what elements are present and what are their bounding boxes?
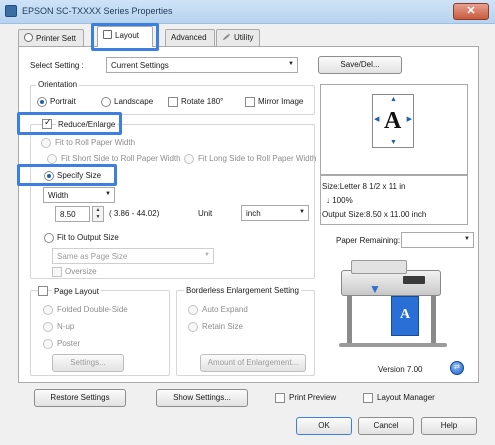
size-info: Size:Letter 8 1/2 x 11 in xyxy=(322,182,406,191)
layout-tab-highlight xyxy=(91,23,159,51)
landscape-label: Landscape xyxy=(114,97,154,106)
fit-output-size-radio[interactable] xyxy=(44,233,54,243)
fit-long-side-radio[interactable] xyxy=(184,154,194,164)
output-size-info: Output Size:8.50 x 11.00 inch xyxy=(322,210,427,219)
portrait-radio[interactable] xyxy=(37,97,47,107)
oversize-label: Oversize xyxy=(65,267,97,276)
printed-paper: A xyxy=(391,296,419,336)
tab-printer-settings[interactable]: Printer Sett xyxy=(18,29,84,46)
mirror-image-checkbox[interactable] xyxy=(245,97,255,107)
select-setting-dropdown[interactable]: Current Settings xyxy=(106,57,298,73)
help-button[interactable]: Help xyxy=(421,417,477,435)
folded-double-side-radio[interactable] xyxy=(43,305,53,315)
layout-manager-checkbox[interactable] xyxy=(363,393,373,403)
auto-expand-radio[interactable] xyxy=(188,305,198,315)
tab-label: Utility xyxy=(234,33,254,42)
nup-label: N-up xyxy=(57,322,75,331)
cancel-button[interactable]: Cancel xyxy=(358,417,414,435)
retain-size-label: Retain Size xyxy=(202,322,243,331)
arrow-down-icon: ▼ xyxy=(390,139,397,146)
output-size-dropdown[interactable]: Same as Page Size xyxy=(52,248,214,264)
landscape-radio[interactable] xyxy=(101,97,111,107)
printer-leg-left xyxy=(347,296,352,344)
unit-dropdown[interactable]: inch xyxy=(241,205,309,221)
portrait-label: Portrait xyxy=(50,97,76,106)
select-setting-label: Select Setting : xyxy=(30,61,84,70)
fit-long-side-label: Fit Long Side to Roll Paper Width xyxy=(198,154,317,163)
paper-preview: ▲ ▼ ◀ ▶ A xyxy=(372,94,414,148)
layout-manager-label: Layout Manager xyxy=(377,393,435,402)
scale-info: ↓ 100% xyxy=(326,196,353,205)
window-title: EPSON SC-TXXXX Series Properties xyxy=(22,6,173,16)
arrow-right-icon: ▶ xyxy=(406,116,412,123)
oversize-checkbox[interactable] xyxy=(52,267,62,277)
page-layout-settings-button[interactable]: Settings... xyxy=(52,354,124,372)
nup-radio[interactable] xyxy=(43,322,53,332)
folded-double-side-label: Folded Double-Side xyxy=(57,305,128,314)
orientation-title: Orientation xyxy=(36,80,80,89)
paper-remaining-label: Paper Remaining: xyxy=(336,236,401,245)
save-del-button[interactable]: Save/Del... xyxy=(318,56,402,74)
auto-expand-label: Auto Expand xyxy=(202,305,248,314)
paper-letter: A xyxy=(384,108,402,134)
fit-short-side-label: Fit Short Side to Roll Paper Width xyxy=(61,154,181,163)
printer-app-icon xyxy=(5,5,17,17)
borderless-title: Borderless Enlargement Setting xyxy=(184,286,301,295)
title-bar: EPSON SC-TXXXX Series Properties ✕ xyxy=(0,0,495,24)
printer-settings-icon xyxy=(24,33,33,42)
dimension-dropdown[interactable]: Width xyxy=(43,187,115,203)
tab-utility[interactable]: Utility xyxy=(216,29,260,46)
retain-size-radio[interactable] xyxy=(188,322,198,332)
size-value-input[interactable]: 8.50 xyxy=(55,206,90,222)
restore-settings-button[interactable]: Restore Settings xyxy=(34,389,126,407)
printer-illustration: ▼ A xyxy=(333,258,463,353)
printed-letter: A xyxy=(400,307,411,322)
size-range-label: ( 3.86 - 44.02) xyxy=(109,209,160,218)
print-preview-label: Print Preview xyxy=(289,393,337,402)
feed-arrow-icon: ▼ xyxy=(369,282,381,296)
amount-of-enlargement-button[interactable]: Amount of Enlargement... xyxy=(200,354,306,372)
page-layout-label: Page Layout xyxy=(52,287,101,296)
poster-radio[interactable] xyxy=(43,339,53,349)
mirror-image-label: Mirror Image xyxy=(258,97,304,106)
rotate-180-checkbox[interactable] xyxy=(168,97,178,107)
epson-status-icon[interactable]: ⇄ xyxy=(450,361,464,375)
print-preview-checkbox[interactable] xyxy=(275,393,285,403)
printer-base xyxy=(339,343,447,347)
show-settings-button[interactable]: Show Settings... xyxy=(156,389,248,407)
tab-label: Printer Sett xyxy=(36,34,77,43)
unit-label: Unit xyxy=(198,209,213,218)
utility-icon xyxy=(222,33,231,41)
arrow-up-icon: ▲ xyxy=(390,96,397,103)
arrow-left-icon: ◀ xyxy=(374,116,380,123)
fit-output-size-label: Fit to Output Size xyxy=(57,233,119,242)
fit-short-side-radio[interactable] xyxy=(47,154,57,164)
tab-advanced[interactable]: Advanced xyxy=(165,29,215,46)
printer-panel xyxy=(403,276,425,284)
fit-roll-width-radio[interactable] xyxy=(41,138,51,148)
paper-remaining-dropdown[interactable] xyxy=(401,232,474,248)
poster-label: Poster xyxy=(57,339,81,348)
ok-button[interactable]: OK xyxy=(296,417,352,435)
tab-label: Advanced xyxy=(171,33,207,42)
printer-leg-right xyxy=(431,296,436,344)
version-label: Version 7.00 xyxy=(378,365,423,374)
printer-top xyxy=(351,260,407,274)
size-spinner[interactable]: ▲ ▼ xyxy=(92,206,104,222)
page-layout-checkbox[interactable] xyxy=(38,286,48,296)
close-button[interactable]: ✕ xyxy=(453,3,489,20)
specify-size-highlight xyxy=(17,164,117,186)
fit-roll-width-label: Fit to Roll Paper Width xyxy=(55,138,136,147)
reduce-enlarge-highlight xyxy=(17,112,122,135)
rotate-180-label: Rotate 180° xyxy=(181,97,224,106)
